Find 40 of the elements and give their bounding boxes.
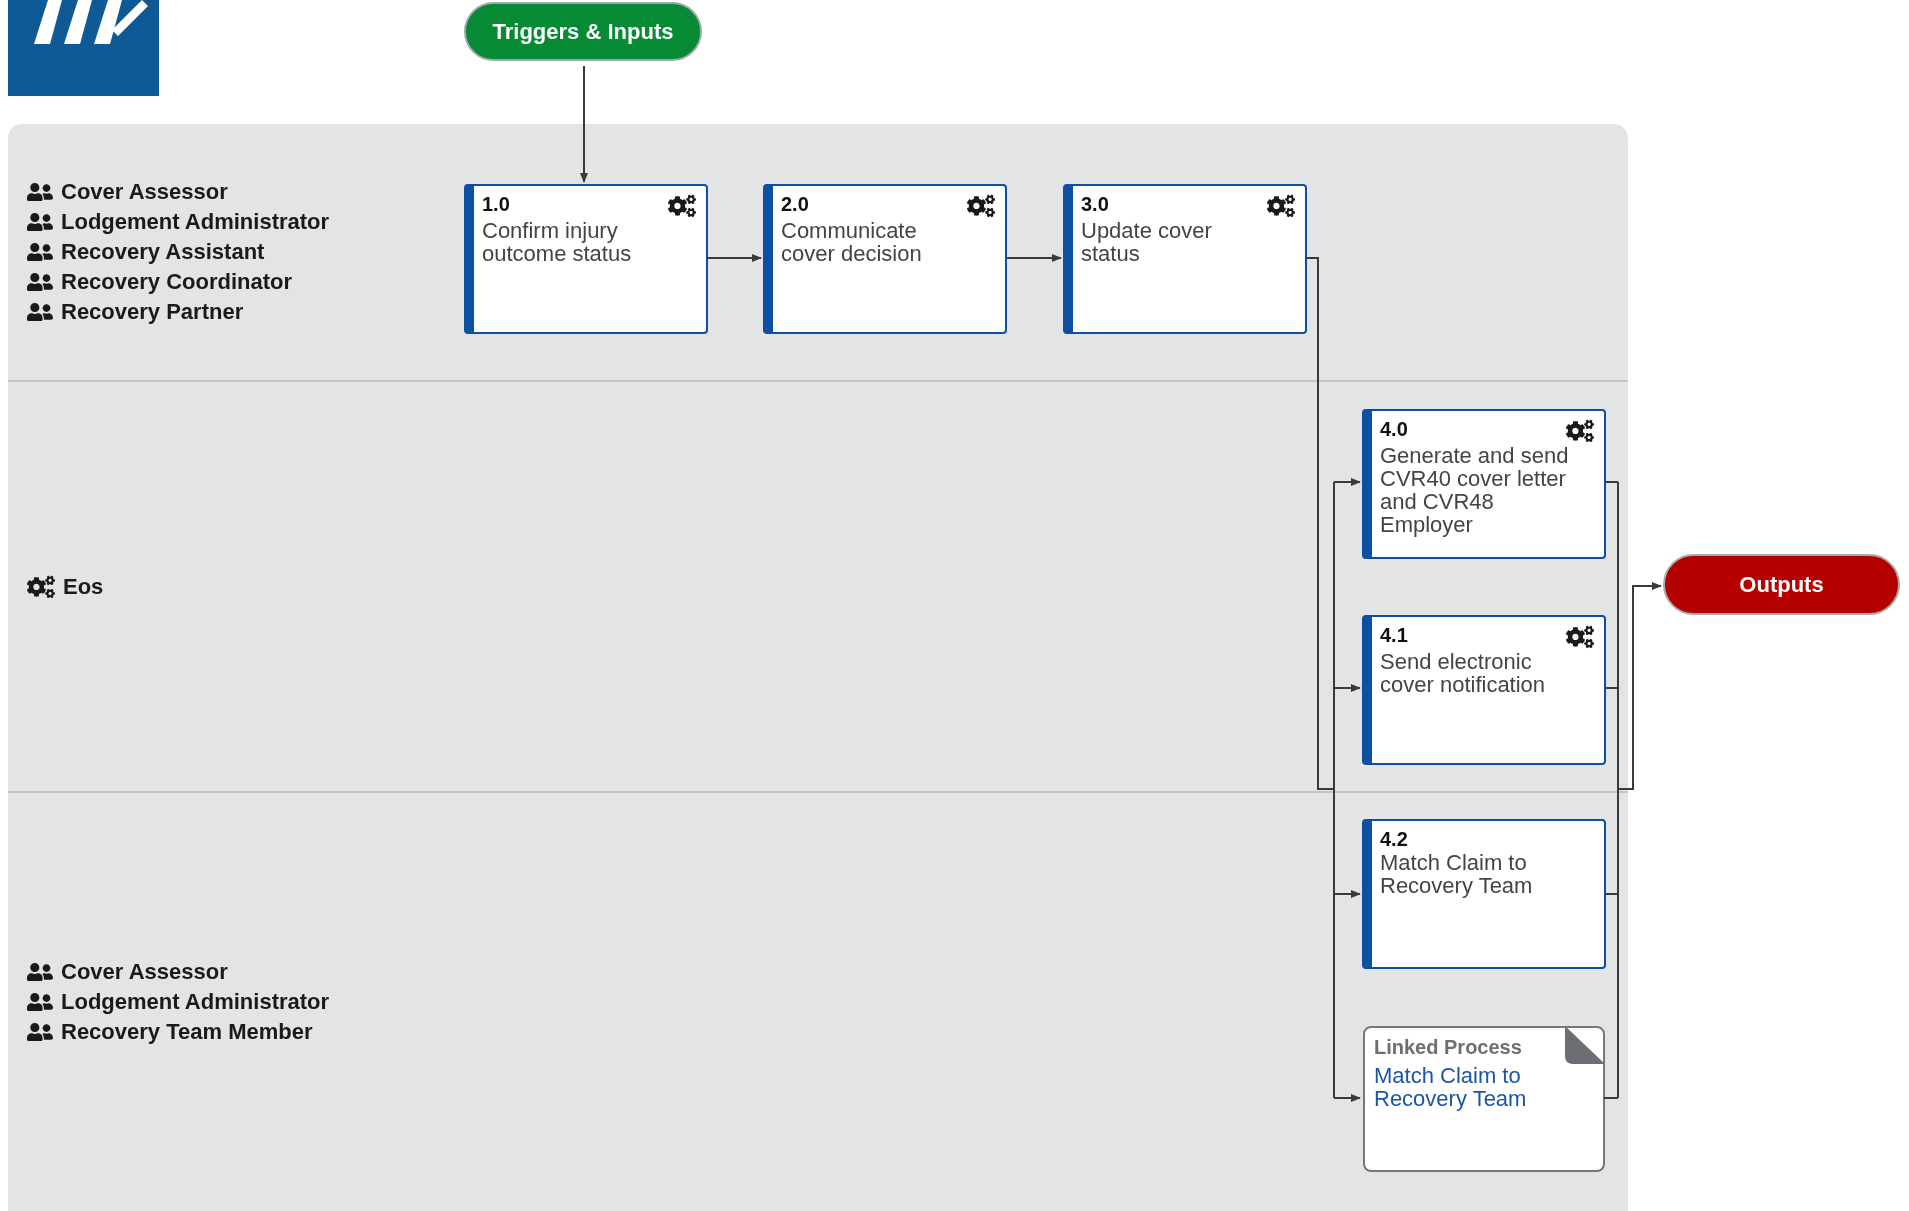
triggers-inputs-terminal: Triggers & Inputs	[464, 2, 702, 61]
task-number: 1.0	[482, 192, 510, 216]
task-title: Match Claim to Recovery Team	[1380, 851, 1534, 897]
role-label: Recovery Partner	[61, 301, 244, 323]
role-label: Eos	[63, 575, 104, 598]
gears-icon	[27, 573, 55, 600]
connector-arrow	[1333, 684, 1361, 692]
linked-process-label: Linked Process	[1374, 1035, 1522, 1060]
role-label: Lodgement Administrator	[61, 211, 330, 233]
people-icon	[27, 301, 53, 323]
task-title: Generate and send CVR40 cover letter and CVR48 Employer	[1380, 444, 1570, 536]
people-icon	[27, 241, 53, 263]
people-icon	[27, 271, 53, 293]
role-label: Recovery Assistant	[61, 241, 265, 263]
people-icon	[27, 1021, 53, 1043]
connector-arrow	[1333, 478, 1361, 486]
task-number: 4.1	[1380, 623, 1408, 647]
role-label: Recovery Team Member	[61, 1021, 313, 1043]
connector-arrow	[1333, 1094, 1361, 1102]
task-number: 4.2	[1380, 827, 1408, 851]
linked-process-link[interactable]: Match Claim to Recovery Team	[1374, 1064, 1603, 1110]
connector-arrow	[706, 254, 762, 262]
people-icon	[27, 991, 53, 1013]
task-title: Confirm injury outcome status	[482, 219, 633, 265]
role-label: Cover Assessor	[61, 961, 228, 983]
role-label: Lodgement Administrator	[61, 991, 330, 1013]
task-title: Communicate cover decision	[781, 219, 923, 265]
task-number: 4.0	[1380, 417, 1408, 441]
outputs-terminal: Outputs	[1663, 554, 1900, 615]
task-title: Update cover status	[1081, 219, 1213, 265]
people-icon	[27, 181, 53, 203]
connector-arrow	[1333, 890, 1361, 898]
people-icon	[27, 961, 53, 983]
task-number: 3.0	[1081, 192, 1109, 216]
task-number: 2.0	[781, 192, 809, 216]
role-label: Cover Assessor	[61, 181, 228, 203]
task-title: Send electronic cover notification	[1380, 650, 1547, 696]
connector-arrow	[1006, 254, 1062, 262]
people-icon	[27, 211, 53, 233]
role-label: Recovery Coordinator	[61, 271, 293, 293]
